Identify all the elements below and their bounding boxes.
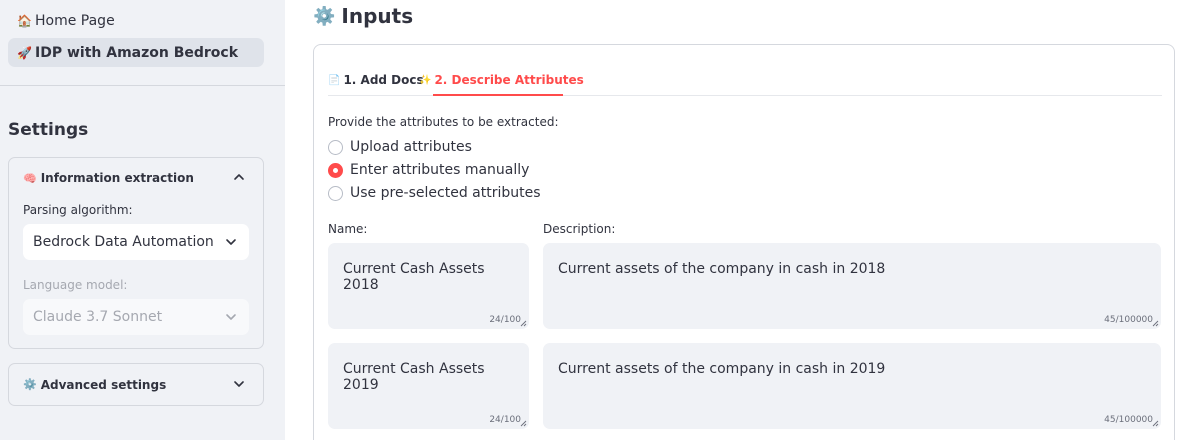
advanced-settings-expander: ⚙️ Advanced settings — [8, 363, 264, 406]
expander-title: Information extraction — [40, 171, 194, 185]
page-title-text: Inputs — [341, 4, 414, 28]
chevron-down-icon[interactable] — [231, 376, 247, 392]
radio-enter-manually[interactable]: Enter attributes manually — [328, 160, 529, 180]
gear-icon: ⚙️ — [23, 378, 37, 391]
radio-label: Enter attributes manually — [350, 162, 530, 178]
house-icon: 🏠 — [17, 13, 32, 28]
radio-label: Use pre-selected attributes — [350, 185, 541, 201]
radio-button[interactable] — [328, 139, 343, 155]
nav-item-label: Home Page — [35, 12, 115, 29]
expander-title: Advanced settings — [40, 377, 167, 392]
tab-add-docs[interactable]: 📄 1. Add Docs — [328, 69, 424, 91]
tab-bar: 📄 1. Add Docs ✨ 2. Describe Attributes — [328, 65, 1162, 96]
attribute-name-value: Current Cash Assets 2019 — [343, 361, 485, 393]
gear-icon: ⚙️ — [313, 5, 336, 27]
attribute-description-input[interactable]: Current assets of the company in cash in… — [543, 243, 1161, 329]
information-extraction-expander: 🧠 Information extraction Parsing algorit… — [8, 157, 264, 349]
document-icon: 📄 — [328, 74, 341, 86]
language-model-value: Claude 3.7 Sonnet — [33, 309, 163, 325]
active-tab-indicator — [433, 94, 563, 96]
attribute-name-input[interactable]: Current Cash Assets 2018 24/100 — [328, 243, 529, 329]
radio-pre-selected[interactable]: Use pre-selected attributes — [328, 183, 541, 203]
parsing-algorithm-label: Parsing algorithm: — [23, 203, 133, 217]
radio-button-selected[interactable] — [328, 162, 343, 178]
tab-describe-attributes[interactable]: ✨ 2. Describe Attributes — [419, 69, 584, 91]
attributes-prompt: Provide the attributes to be extracted: — [328, 115, 559, 129]
nav-item-home[interactable]: 🏠 Home Page — [8, 6, 264, 35]
nav-item-idp[interactable]: 🚀 IDP with Amazon Bedrock — [8, 38, 264, 67]
language-model-label: Language model: — [23, 278, 128, 292]
sidebar: 🏠 Home Page 🚀 IDP with Amazon Bedrock Se… — [0, 0, 285, 440]
chevron-down-icon — [226, 314, 236, 320]
tab-label: 2. Describe Attributes — [434, 73, 584, 87]
resize-handle-icon[interactable] — [520, 420, 527, 427]
character-counter: 24/100 — [489, 315, 521, 325]
tab-label: 1. Add Docs — [343, 73, 424, 87]
resize-handle-icon[interactable] — [1152, 420, 1159, 427]
radio-button[interactable] — [328, 185, 343, 201]
attribute-name-value: Current Cash Assets 2018 — [343, 261, 485, 293]
language-model-select: Claude 3.7 Sonnet — [23, 299, 249, 335]
attribute-description-value: Current assets of the company in cash in… — [558, 261, 886, 277]
attribute-description-input[interactable]: Current assets of the company in cash in… — [543, 343, 1161, 429]
character-counter: 45/100000 — [1104, 315, 1153, 325]
radio-upload-attributes[interactable]: Upload attributes — [328, 137, 472, 157]
chevron-up-icon[interactable] — [231, 169, 247, 185]
character-counter: 45/100000 — [1104, 415, 1153, 425]
brain-icon: 🧠 — [23, 171, 37, 185]
chevron-down-icon — [226, 239, 236, 245]
advanced-settings-header[interactable]: ⚙️ Advanced settings — [23, 364, 166, 405]
resize-handle-icon[interactable] — [1152, 320, 1159, 327]
attribute-description-value: Current assets of the company in cash in… — [558, 361, 886, 377]
settings-title: Settings — [8, 120, 89, 140]
character-counter: 24/100 — [489, 415, 521, 425]
parsing-algorithm-value: Bedrock Data Automation — [33, 234, 214, 250]
radio-label: Upload attributes — [350, 139, 472, 155]
attribute-name-input[interactable]: Current Cash Assets 2019 24/100 — [328, 343, 529, 429]
name-column-label: Name: — [328, 222, 368, 236]
nav-item-label: IDP with Amazon Bedrock — [35, 44, 239, 61]
description-column-label: Description: — [543, 222, 616, 236]
rocket-icon: 🚀 — [17, 45, 32, 60]
information-extraction-header[interactable]: 🧠 Information extraction — [23, 158, 194, 198]
inputs-panel: 📄 1. Add Docs ✨ 2. Describe Attributes P… — [313, 44, 1175, 440]
sidebar-divider — [0, 85, 285, 86]
sparkles-icon: ✨ — [419, 74, 432, 86]
resize-handle-icon[interactable] — [520, 320, 527, 327]
page-title: ⚙️ Inputs — [313, 4, 413, 28]
parsing-algorithm-select[interactable]: Bedrock Data Automation — [23, 224, 249, 260]
